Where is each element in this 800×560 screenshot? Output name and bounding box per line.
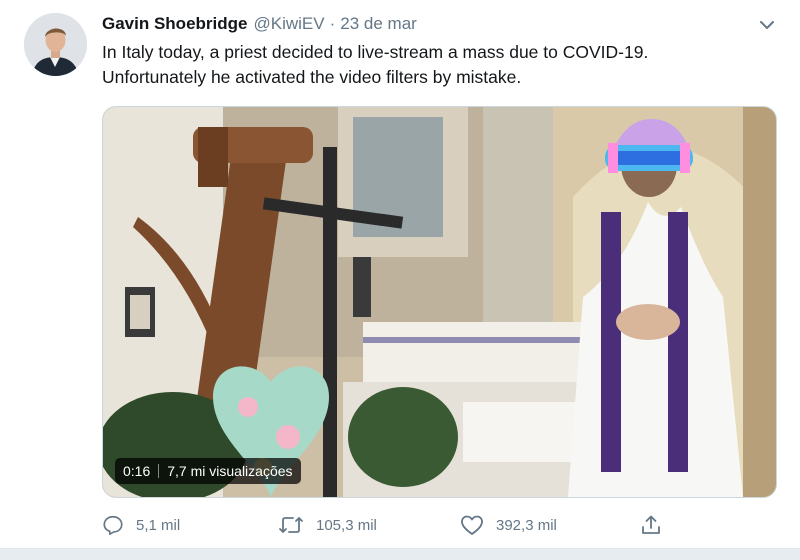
tweet-date[interactable]: 23 de mar bbox=[340, 14, 417, 34]
author-handle[interactable]: @KiwiEV bbox=[253, 14, 324, 34]
avatar[interactable] bbox=[24, 13, 87, 76]
tweet-header: Gavin Shoebridge @KiwiEV · 23 de mar bbox=[102, 14, 417, 36]
share-icon bbox=[642, 515, 660, 534]
share-button[interactable] bbox=[640, 510, 674, 540]
separator-dot: · bbox=[329, 14, 336, 33]
chevron-down-icon bbox=[760, 21, 774, 29]
tweet-card[interactable]: Gavin Shoebridge @KiwiEV · 23 de mar In … bbox=[0, 0, 800, 548]
video-duration: 0:16 bbox=[123, 463, 151, 479]
like-count: 392,3 mil bbox=[496, 516, 557, 534]
tweet-text-line: Unfortunately he activated the video fil… bbox=[102, 67, 522, 87]
author-name[interactable]: Gavin Shoebridge bbox=[102, 14, 247, 34]
reply-button[interactable]: 5,1 mil bbox=[102, 510, 180, 540]
reply-count: 5,1 mil bbox=[136, 516, 181, 534]
tweet-text: In Italy today, a priest decided to live… bbox=[102, 40, 762, 90]
heart-icon bbox=[461, 515, 483, 535]
video-info-badge: 0:16 7,7 mi visualizações bbox=[115, 458, 301, 484]
timeline-divider bbox=[0, 548, 800, 560]
video-player[interactable]: 0:16 7,7 mi visualizações bbox=[102, 106, 777, 498]
badge-divider bbox=[158, 464, 160, 478]
tweet-actions: 5,1 mil 105,3 mil 392,3 mil bbox=[0, 510, 800, 540]
retweet-icon bbox=[279, 517, 303, 533]
retweet-count: 105,3 mil bbox=[316, 516, 377, 534]
video-frame bbox=[103, 107, 776, 497]
video-views: 7,7 mi visualizações bbox=[167, 463, 293, 479]
retweet-button[interactable]: 105,3 mil bbox=[278, 510, 377, 540]
more-options-button[interactable] bbox=[756, 14, 778, 36]
avatar-image bbox=[24, 13, 87, 76]
tweet-text-line: In Italy today, a priest decided to live… bbox=[102, 42, 649, 62]
reply-icon bbox=[103, 515, 123, 535]
like-button[interactable]: 392,3 mil bbox=[460, 510, 557, 540]
